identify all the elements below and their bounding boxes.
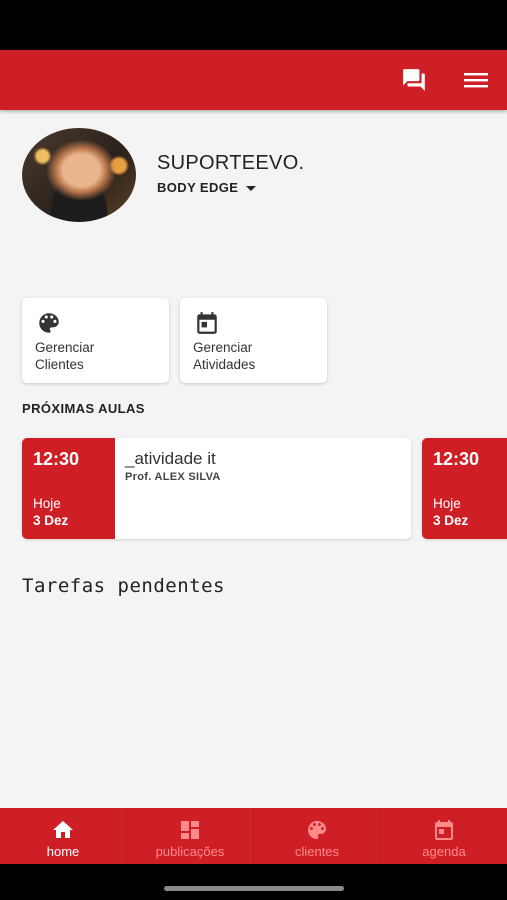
class-card[interactable]: 12:30 Hoje 3 Dez: [422, 438, 507, 539]
nav-label: agenda: [422, 844, 466, 859]
app-bar: [0, 50, 507, 110]
dashboard-icon: [181, 821, 199, 839]
manage-activities-label: Gerenciar Atividades: [193, 340, 256, 372]
forum-icon: [403, 69, 425, 91]
gym-name: BODY EDGE: [157, 180, 239, 195]
nav-label: home: [46, 844, 80, 859]
hamburger-menu-icon: [464, 73, 488, 88]
nav-label: clientes: [294, 844, 340, 859]
upcoming-classes-title: PRÓXIMAS AULAS: [22, 401, 145, 416]
class-info: _atividade it Prof. ALEX SILVA: [115, 438, 411, 539]
system-gesture-area: [0, 864, 507, 900]
class-day: Hoje: [433, 496, 461, 511]
nav-clients[interactable]: clientes: [253, 808, 380, 864]
gym-selector[interactable]: BODY EDGE: [157, 180, 257, 195]
status-bar: [0, 0, 507, 50]
arrow-drop-down-icon: [246, 185, 257, 191]
class-date: 3 Dez: [33, 513, 69, 528]
avatar[interactable]: [22, 128, 136, 222]
nav-home[interactable]: home: [0, 808, 126, 864]
manage-activities-button[interactable]: Gerenciar Atividades: [180, 298, 327, 383]
class-time: 12:30: [433, 449, 480, 469]
class-time-block: 12:30 Hoje 3 Dez: [422, 438, 507, 539]
bottom-navigation: home publicações clientes agenda: [0, 808, 507, 864]
home-indicator[interactable]: [164, 886, 344, 891]
pending-tasks-title: Tarefas pendentes: [22, 575, 225, 597]
class-date: 3 Dez: [433, 513, 469, 528]
palette-icon: [308, 821, 326, 839]
activity-name: _atividade it: [125, 449, 216, 468]
chat-button[interactable]: [398, 64, 430, 96]
nav-label: publicações: [155, 844, 225, 859]
class-day: Hoje: [33, 496, 61, 511]
class-time: 12:30: [33, 449, 80, 469]
home-content: SUPORTEEVO. BODY EDGE Gerenciar Clientes…: [0, 110, 507, 808]
user-name: SUPORTEEVO.: [157, 152, 305, 174]
home-icon: [53, 821, 73, 838]
nav-publications[interactable]: publicações: [126, 808, 253, 864]
manage-clients-label: Gerenciar Clientes: [35, 340, 95, 372]
nav-agenda[interactable]: agenda: [380, 808, 507, 864]
calendar-icon: [197, 312, 217, 334]
class-card[interactable]: 12:30 Hoje 3 Dez _atividade it Prof. ALE…: [22, 438, 411, 539]
menu-button[interactable]: [460, 64, 492, 96]
teacher-name: Prof. ALEX SILVA: [125, 471, 221, 483]
event-icon: [435, 820, 453, 840]
class-time-block: 12:30 Hoje 3 Dez: [22, 438, 115, 539]
palette-icon: [39, 313, 59, 333]
manage-clients-button[interactable]: Gerenciar Clientes: [22, 298, 169, 383]
